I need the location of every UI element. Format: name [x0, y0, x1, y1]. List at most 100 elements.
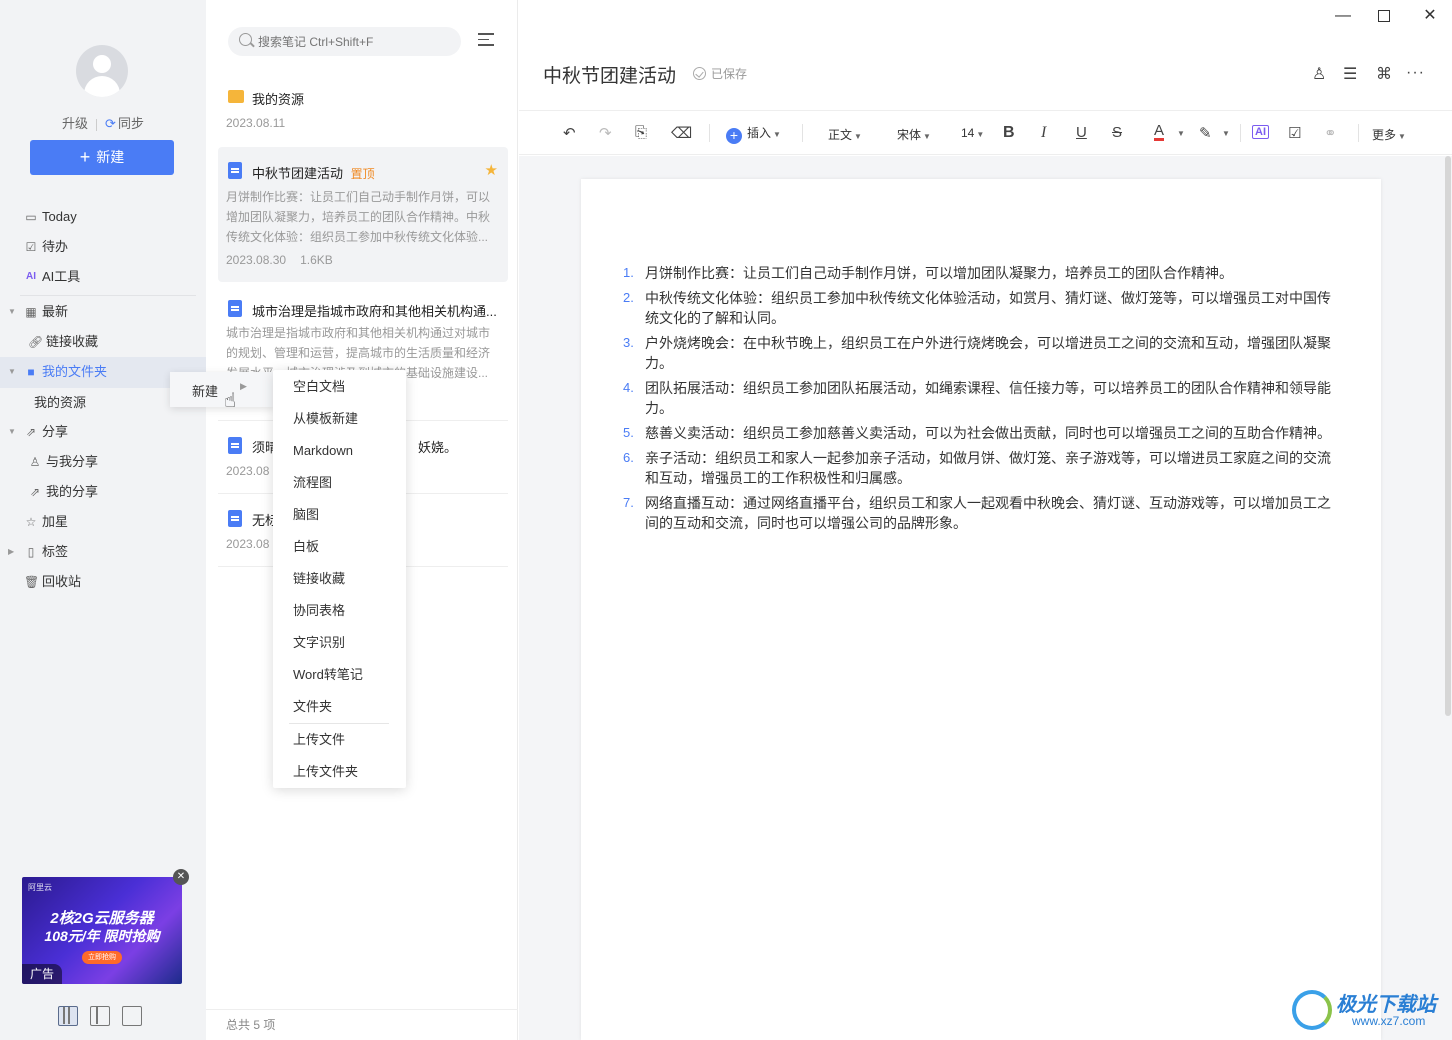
- redo-icon[interactable]: ↷: [599, 124, 612, 142]
- search-box[interactable]: [228, 27, 461, 56]
- minimize-icon[interactable]: —: [1335, 8, 1351, 24]
- watermark-url: www.xz7.com: [1352, 1014, 1426, 1028]
- document-page[interactable]: 1. 月饼制作比赛：让员工们自己动手制作月饼，可以增加团队凝聚力，培养员工的团队合…: [581, 179, 1381, 1040]
- upgrade-link[interactable]: 升级: [62, 116, 88, 131]
- three-column-layout-icon[interactable]: [58, 1006, 78, 1026]
- list-item[interactable]: 我的资源 2023.08.11: [218, 86, 508, 136]
- more-icon[interactable]: ···: [1406, 64, 1425, 82]
- list-item-selected[interactable]: 中秋节团建活动 置顶 ★ 月饼制作比赛：让员工们自己动手制作月饼，可以增加团队凝…: [218, 147, 508, 282]
- two-column-layout-icon[interactable]: [90, 1006, 110, 1026]
- font-size-select[interactable]: 14 ▼: [961, 126, 984, 140]
- sidebar-item-today[interactable]: ▭ Today: [0, 202, 206, 232]
- maximize-icon[interactable]: [1378, 10, 1390, 22]
- checklist-icon[interactable]: ☑: [1288, 124, 1301, 142]
- toolbar-divider: [1358, 124, 1359, 142]
- paragraph-style-select[interactable]: 正文 ▼: [828, 126, 862, 143]
- menu-item-collab-sheet[interactable]: 协同表格: [273, 595, 406, 627]
- menu-item-blank-doc[interactable]: 空白文档: [273, 371, 406, 403]
- menu-item-ocr[interactable]: 文字识别: [273, 627, 406, 659]
- sidebar-item-share[interactable]: ▼ ⇗ 分享: [0, 417, 206, 447]
- font-color-icon[interactable]: A: [1154, 123, 1165, 141]
- ad-brand: 阿里云: [28, 883, 52, 892]
- chevron-down-icon[interactable]: ▼: [8, 357, 16, 387]
- menu-item-link-collect[interactable]: 链接收藏: [273, 563, 406, 595]
- eraser-icon[interactable]: ⌫: [671, 124, 692, 142]
- share-user-icon[interactable]: ♙: [1312, 64, 1326, 84]
- mindmap-icon[interactable]: ⌘: [1376, 64, 1392, 84]
- close-window-icon[interactable]: ✕: [1422, 8, 1438, 24]
- undo-icon[interactable]: ↶: [563, 124, 576, 142]
- sidebar-item-label: Today: [42, 209, 77, 224]
- menu-item-word-to-note[interactable]: Word转笔记: [273, 659, 406, 691]
- sidebar-item-shared-with-me[interactable]: ♙ 与我分享: [0, 447, 206, 477]
- ad-banner[interactable]: 阿里云 2核2G云服务器 108元/年 限时抢购 立即抢购 广告: [22, 877, 182, 984]
- new-button-label: 新建: [96, 149, 125, 165]
- bookmark-icon: ▯: [27, 545, 35, 559]
- sidebar-item-recent[interactable]: ▼ ▦ 最新: [0, 297, 206, 327]
- more-button[interactable]: 更多 ▼: [1372, 126, 1406, 143]
- chevron-down-icon[interactable]: ▼: [8, 417, 16, 447]
- search-input[interactable]: [258, 27, 453, 56]
- link-icon[interactable]: ⚭: [1324, 124, 1337, 142]
- doc-icon: [228, 300, 242, 317]
- share-icon: ⇗: [25, 425, 37, 439]
- menu-item-folder[interactable]: 文件夹: [273, 691, 406, 723]
- ai-write-icon[interactable]: AI: [1252, 125, 1269, 139]
- sidebar-item-label: 分享: [42, 424, 69, 439]
- sidebar-item-starred[interactable]: ☆ 加星: [0, 507, 206, 537]
- format-painter-icon[interactable]: ⎘: [635, 124, 647, 141]
- italic-icon[interactable]: I: [1041, 124, 1046, 142]
- list-item: 1. 月饼制作比赛：让员工们自己动手制作月饼，可以增加团队凝聚力，培养员工的团队合…: [623, 265, 1233, 281]
- sidebar-item-todo[interactable]: ☑ 待办: [0, 232, 206, 262]
- menu-item-mindmap[interactable]: 脑图: [273, 499, 406, 531]
- sidebar-item-my-share[interactable]: ⇗ 我的分享: [0, 477, 206, 507]
- menu-item-flowchart[interactable]: 流程图: [273, 467, 406, 499]
- note-date: 2023.08: [226, 464, 270, 478]
- editor-scrollbar[interactable]: [1443, 156, 1452, 1040]
- sidebar-item-ai-tools[interactable]: AI AI工具: [0, 262, 206, 292]
- font-family-select[interactable]: 宋体 ▼: [897, 126, 931, 143]
- insert-button[interactable]: + 插入 ▼: [726, 124, 781, 144]
- strikethrough-icon[interactable]: S: [1112, 124, 1122, 141]
- sidebar-item-link-collect[interactable]: 🔗︎ 链接收藏: [0, 327, 206, 357]
- sidebar-item-label: 我的资源: [34, 395, 87, 410]
- new-button[interactable]: + 新建: [30, 140, 174, 175]
- chevron-down-icon[interactable]: ▼: [1222, 129, 1230, 138]
- sidebar-item-label: 标签: [42, 544, 69, 559]
- editor-toolbar: ↶ ↷ ⎘ ⌫ + 插入 ▼ 正文 ▼ 宋体 ▼ 14 ▼ B I U S A ▼ ✎ ▼…: [519, 111, 1452, 155]
- folder-icon: ■: [27, 365, 35, 379]
- list-item: 3. 户外烧烤晚会：在中秋节晚上，组织员工在户外进行烧烤晚会，可以增进员工之间的交…: [623, 335, 1331, 371]
- menu-item-markdown[interactable]: Markdown: [273, 435, 406, 467]
- document-title[interactable]: 中秋节团建活动: [543, 61, 676, 88]
- layout-switch: [58, 1006, 154, 1029]
- menu-item-upload-file[interactable]: 上传文件: [273, 724, 406, 756]
- user-icon: ♙: [29, 455, 41, 469]
- save-status: 已保存: [693, 65, 747, 82]
- chevron-right-icon[interactable]: ▶: [8, 537, 14, 567]
- plus-icon: +: [79, 147, 91, 167]
- single-column-layout-icon[interactable]: [122, 1006, 142, 1026]
- sort-icon[interactable]: [478, 33, 494, 47]
- sidebar-item-label: 我的文件夹: [42, 364, 108, 379]
- menu-item-whiteboard[interactable]: 白板: [273, 531, 406, 563]
- avatar[interactable]: [76, 45, 128, 97]
- menu-item-upload-folder[interactable]: 上传文件夹: [273, 756, 406, 788]
- watermark-name: 极光下载站: [1336, 994, 1436, 1016]
- menu-item-from-template[interactable]: 从模板新建: [273, 403, 406, 435]
- star-icon[interactable]: ★: [485, 161, 498, 179]
- context-menu-new[interactable]: 新建 ▶: [170, 372, 275, 407]
- outline-search-icon[interactable]: ☰: [1343, 64, 1357, 84]
- chevron-down-icon[interactable]: ▼: [1177, 129, 1185, 138]
- sync-icon[interactable]: ⟳: [105, 116, 116, 131]
- bold-icon[interactable]: B: [1003, 124, 1015, 142]
- underline-icon[interactable]: U: [1076, 124, 1087, 141]
- ad-cta[interactable]: 立即抢购: [82, 951, 122, 964]
- sync-link[interactable]: 同步: [118, 116, 144, 131]
- sidebar-item-tags[interactable]: ▶ ▯ 标签: [0, 537, 206, 567]
- highlighter-icon[interactable]: ✎: [1199, 124, 1212, 142]
- close-icon[interactable]: ✕: [173, 869, 189, 885]
- grid-icon: ▦: [25, 305, 37, 319]
- sidebar-item-trash[interactable]: 🗑︎ 回收站: [0, 567, 206, 597]
- chevron-down-icon[interactable]: ▼: [8, 297, 16, 327]
- context-menu-label: 新建: [192, 384, 219, 399]
